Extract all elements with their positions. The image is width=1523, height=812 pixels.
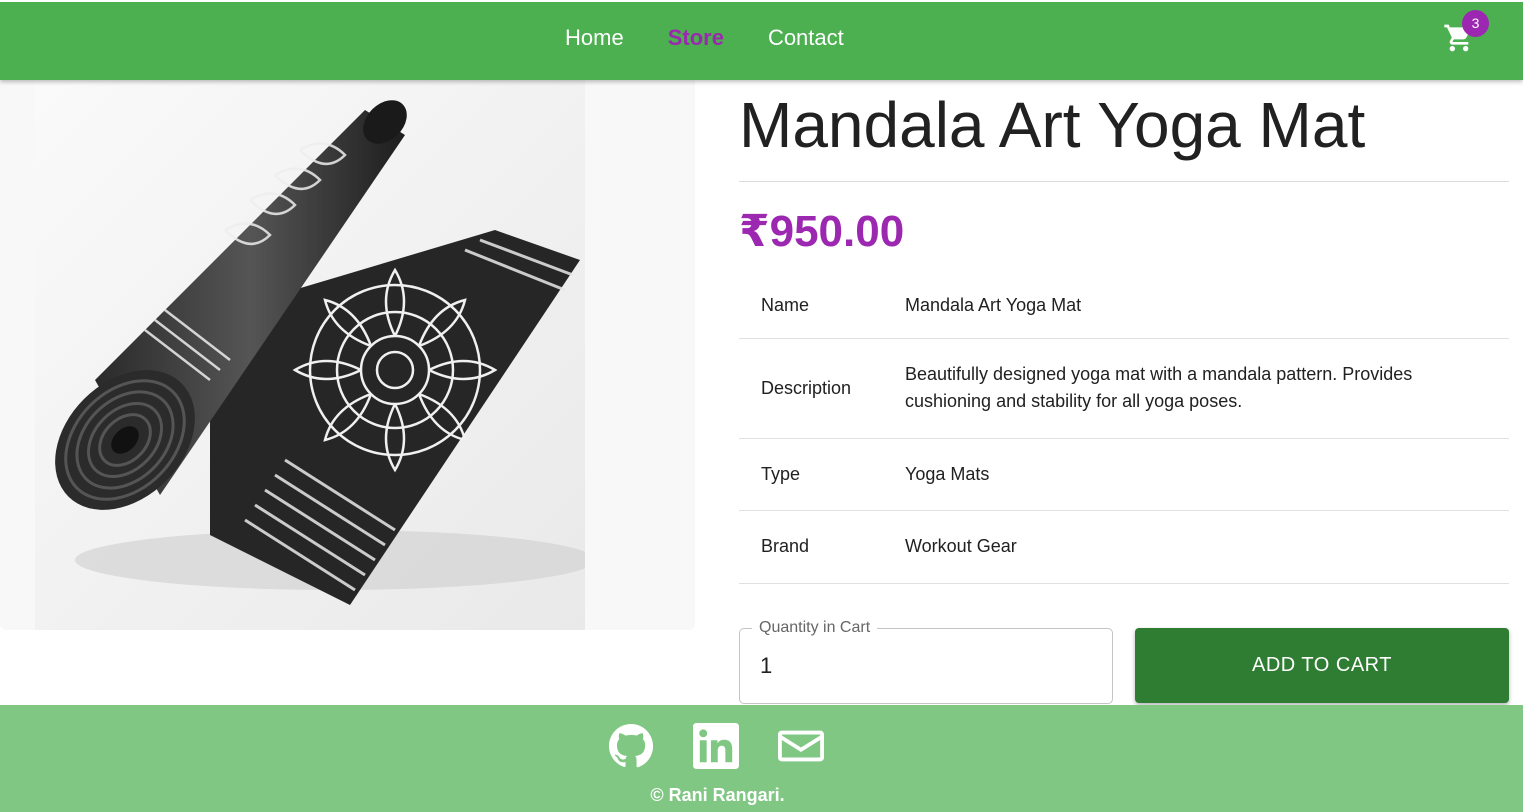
email-icon [778,730,824,762]
navbar: Home Store Contact 3 [0,0,1523,80]
product-details: Mandala Art Yoga Mat ₹950.00 Name Mandal… [739,80,1509,584]
cart-button[interactable]: 3 [1443,10,1489,54]
product-spec-table: Name Mandala Art Yoga Mat Description Be… [739,274,1509,584]
yoga-mat-image [35,80,585,630]
nav-links: Home Store Contact [565,24,844,52]
product-title: Mandala Art Yoga Mat [739,89,1366,161]
spec-row-type: Type Yoga Mats [739,438,1509,511]
add-to-cart-button[interactable]: ADD TO CART [1135,628,1509,703]
linkedin-link[interactable] [693,723,739,769]
title-divider [739,181,1509,182]
nav-link-home[interactable]: Home [565,24,624,52]
quantity-field: Quantity in Cart [739,619,1113,704]
product-price: ₹950.00 [739,207,905,256]
product-image-panel [0,80,695,630]
spec-key: Name [739,274,905,339]
nav-link-contact[interactable]: Contact [768,24,844,52]
spec-row-name: Name Mandala Art Yoga Mat [739,274,1509,339]
spec-key: Brand [739,510,905,584]
footer: © Rani Rangari. [0,705,1523,812]
github-icon [608,723,654,768]
spec-value: Beautifully designed yoga mat with a man… [905,338,1509,439]
nav-link-store[interactable]: Store [668,24,724,52]
copyright-text: © Rani Rangari. [650,785,785,805]
spec-value: Workout Gear [905,510,1509,584]
github-link[interactable] [608,723,654,769]
spec-row-brand: Brand Workout Gear [739,510,1509,584]
spec-key: Type [739,438,905,511]
spec-value: Mandala Art Yoga Mat [905,274,1509,339]
quantity-input[interactable] [741,630,1101,702]
spec-value: Yoga Mats [905,438,1509,511]
spec-key: Description [739,338,905,439]
linkedin-icon [693,723,739,769]
spec-row-description: Description Beautifully designed yoga ma… [739,338,1509,439]
cart-count-badge: 3 [1462,10,1489,37]
email-link[interactable] [778,723,824,769]
